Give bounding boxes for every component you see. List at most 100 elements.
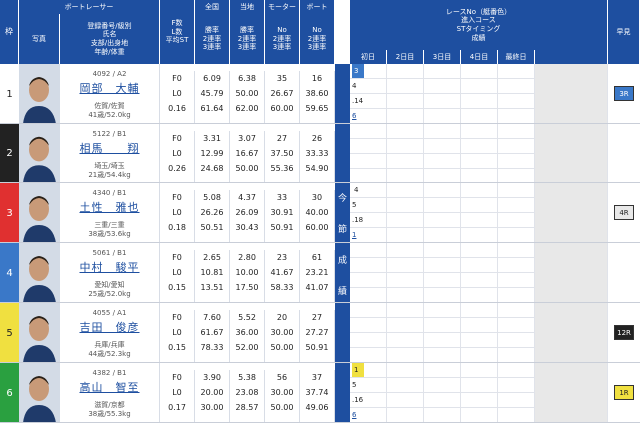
race-row: 5: [350, 378, 608, 393]
race-row: [350, 243, 608, 258]
racer-info: 5122 / B1 相馬 翔 埼玉/埼玉 21歳/54.4kg: [60, 124, 160, 183]
race-cell: 6: [350, 109, 387, 124]
stat-cell: 2.65 10.81 13.51: [195, 250, 230, 303]
race-cell: [498, 183, 535, 198]
race-cell: 5: [350, 378, 387, 393]
race-cell: [535, 79, 608, 94]
race-row: .16: [350, 393, 608, 408]
racer-branch: 兵庫/兵庫: [94, 341, 125, 349]
race-cell: [424, 183, 461, 198]
racer-name-link[interactable]: 高山 智至: [60, 379, 159, 395]
race-cell: [350, 243, 387, 258]
race-cell: [498, 139, 535, 154]
header-motor-sub: No 2連率 3連率: [265, 14, 300, 64]
race-cell: [424, 378, 461, 393]
race-cell: [387, 213, 424, 228]
race-cell: [498, 124, 535, 139]
race-cell: [535, 228, 608, 243]
early-race-badge[interactable]: 4R: [614, 205, 634, 220]
race-value[interactable]: 1: [352, 228, 364, 242]
race-value: 5: [352, 201, 357, 209]
race-value: 4: [352, 82, 357, 90]
race-cell: [498, 273, 535, 288]
racer-reg: 5122 / B1: [92, 130, 127, 138]
race-cell: [387, 124, 424, 139]
race-cell: [387, 273, 424, 288]
race-cell: [461, 94, 498, 109]
race-cell: [387, 109, 424, 124]
race-cell: [424, 333, 461, 348]
race-cell: [535, 408, 608, 423]
racer-age-weight: 25歳/52.0kg: [88, 290, 131, 299]
stat-cell: F0 L0 0.15: [160, 310, 195, 363]
race-cell: [387, 79, 424, 94]
race-cell: [535, 64, 608, 79]
race-cell: [387, 183, 424, 198]
race-value[interactable]: 6: [352, 109, 364, 123]
race-cell: .16: [350, 393, 387, 408]
race-row: 4: [350, 183, 608, 198]
race-cell: [535, 273, 608, 288]
race-cell: [350, 303, 387, 318]
race-cell: [461, 139, 498, 154]
racer-branch: 三重/三重: [94, 221, 125, 229]
race-cell: [387, 408, 424, 423]
racer-info: 4382 / B1 高山 智至 滋賀/京都 38歳/55.3kg: [60, 363, 160, 423]
stat-cell: 23 41.67 58.33: [265, 250, 300, 303]
race-cell: [535, 94, 608, 109]
racer-branch: 滋賀/京都: [94, 401, 125, 409]
racer-name-link[interactable]: 土性 雅也: [60, 199, 159, 215]
race-cell: [461, 408, 498, 423]
race-cell: [535, 348, 608, 363]
racer-name-link[interactable]: 岡部 大輔: [60, 80, 159, 96]
race-cell: [498, 363, 535, 378]
race-cell: [498, 288, 535, 303]
race-cell: [535, 333, 608, 348]
konsetsu-column: 今 節 成 績: [335, 64, 350, 423]
race-value[interactable]: 6: [352, 408, 364, 422]
race-cell: [498, 64, 535, 79]
race-cell: [498, 94, 535, 109]
race-cell: [461, 318, 498, 333]
race-cell: [424, 408, 461, 423]
race-cell: [387, 318, 424, 333]
header-day-1: 初日: [350, 50, 387, 64]
race-row: 1: [350, 363, 608, 378]
race-cell: [461, 363, 498, 378]
race-cell: [498, 198, 535, 213]
stat-cell: 4.37 26.09 30.43: [230, 190, 265, 243]
racer-name-link[interactable]: 中村 駿平: [60, 259, 159, 275]
race-cell: [535, 363, 608, 378]
waku-number: 4: [0, 243, 19, 303]
early-race-badge[interactable]: 3R: [614, 86, 634, 101]
race-cell: [387, 288, 424, 303]
early-race-badge[interactable]: 1R: [614, 385, 634, 400]
racer-name-link[interactable]: 吉田 俊彦: [60, 319, 159, 335]
racer-photo: [19, 124, 60, 183]
racer-age-weight: 38歳/55.3kg: [88, 410, 131, 419]
race-cell: .18: [350, 213, 387, 228]
race-row: [350, 258, 608, 273]
race-cell: [424, 348, 461, 363]
race-row: 1: [350, 228, 608, 243]
race-cell: [424, 64, 461, 79]
race-row: [350, 139, 608, 154]
race-cell: [350, 154, 387, 169]
race-cell: [424, 213, 461, 228]
racer-age-weight: 38歳/53.6kg: [88, 230, 131, 239]
race-cell: [387, 363, 424, 378]
header-boat-sub: No 2連率 3連率: [300, 14, 335, 64]
early-race-badge[interactable]: 12R: [614, 325, 634, 340]
race-row: 6: [350, 109, 608, 124]
header-boat: ボート: [300, 0, 335, 14]
racer-age-weight: 44歳/52.3kg: [88, 350, 131, 359]
racer-photo: [19, 303, 60, 363]
racer-photo: [19, 64, 60, 124]
racer-name-link[interactable]: 相馬 翔: [60, 140, 159, 156]
race-cell: [498, 228, 535, 243]
header-day-4: 4日目: [461, 50, 498, 64]
stat-cell: F0 L0 0.26: [160, 131, 195, 183]
header-day-extra: [535, 50, 608, 64]
race-cell: [424, 124, 461, 139]
race-cell: 4: [350, 183, 387, 198]
